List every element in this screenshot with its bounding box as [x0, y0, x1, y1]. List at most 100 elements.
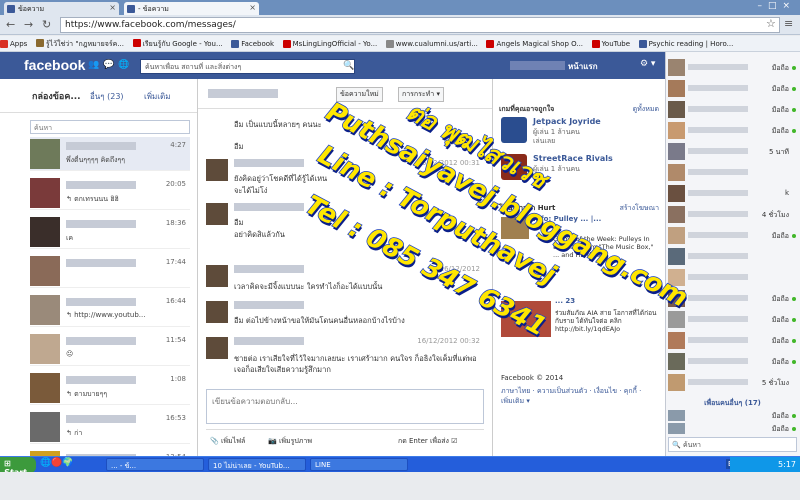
more-button[interactable]: เพิ่มเติม: [144, 90, 170, 103]
avatar[interactable]: [206, 203, 228, 225]
conversation-item[interactable]: 16:44 ↰ http://www.youtub...: [30, 293, 190, 327]
avatar[interactable]: [206, 337, 228, 359]
avatar[interactable]: [30, 217, 60, 247]
close-tab-icon[interactable]: ×: [109, 3, 116, 12]
chat-contact[interactable]: 5 ชั่วโมง: [666, 373, 799, 392]
chat-contact[interactable]: มือถือ: [666, 58, 799, 77]
bookmark-item[interactable]: เรียนรู้กับ Google - You...: [132, 39, 223, 50]
search-icon[interactable]: 🔍: [343, 61, 354, 71]
close-tab-icon[interactable]: ×: [249, 3, 256, 12]
chat-contact[interactable]: k: [666, 184, 799, 203]
sender-name[interactable]: [234, 203, 304, 211]
online-dot-icon: [792, 129, 796, 133]
notification-icons[interactable]: 👥💬🌐: [88, 60, 134, 70]
avatar[interactable]: [206, 301, 228, 323]
message-item: 16/12/2012 00:32 ชายต่อ เราเสียใจที่ไว้ใ…: [206, 337, 484, 374]
inbox-search-input[interactable]: ค้นหา: [30, 120, 190, 134]
chat-contact[interactable]: มือถือ: [666, 310, 799, 329]
windows-taskbar: ⊞ Start 🌐🔴🌍 ... - ข้... 10 ไม่น่าเลย - Y…: [0, 456, 800, 477]
thread-contact-name[interactable]: [208, 89, 278, 98]
avatar[interactable]: [30, 256, 60, 286]
chat-contact[interactable]: [666, 247, 799, 266]
chat-search-input[interactable]: 🔍 ค้นหา: [668, 437, 797, 452]
chat-contact[interactable]: มือถือ: [666, 352, 799, 371]
start-button[interactable]: ⊞ Start: [0, 457, 36, 477]
other-folder-link[interactable]: อื่นๆ (23): [90, 90, 124, 103]
bookmark-item[interactable]: www.cualumni.us/arti...: [385, 40, 478, 48]
bookmark-youtube[interactable]: YouTube: [591, 40, 630, 48]
chat-contact[interactable]: [666, 163, 799, 182]
facebook-logo[interactable]: facebook: [24, 57, 85, 73]
bookmark-star-icon[interactable]: ☆: [766, 17, 776, 30]
presence-status: มือถือ: [771, 425, 789, 433]
conversation-item[interactable]: 18:36 เค: [30, 215, 190, 249]
chat-contact[interactable]: 4 ชั่วโมง: [666, 205, 799, 224]
game-title[interactable]: Jetpack Joyride: [533, 117, 601, 126]
taskbar-chrome-window[interactable]: ... - ข้...: [106, 458, 204, 471]
profile-name[interactable]: [510, 61, 565, 70]
chat-contact[interactable]: 5 นาที: [666, 142, 799, 161]
home-link[interactable]: หน้าแรก: [568, 60, 598, 73]
conversation-item[interactable]: 20:05 ↰ ตกเทรนนน ฮิฮิ: [30, 176, 190, 210]
chat-contact[interactable]: มือถือ: [666, 100, 799, 119]
sender-name[interactable]: [234, 159, 304, 167]
avatar[interactable]: [30, 139, 60, 169]
quicklaunch-icons[interactable]: 🌐🔴🌍: [40, 458, 74, 468]
game-suggestion[interactable]: Jetpack Joyride ผู้เล่น 1 ล้านคน เล่นเลย: [501, 117, 661, 149]
browser-tab-1[interactable]: ข้อความ ×: [4, 2, 119, 15]
chat-contact[interactable]: มือถือ: [666, 423, 799, 435]
avatar[interactable]: [206, 265, 228, 287]
attach-file-button[interactable]: 📎 เพิ่มไฟล์: [210, 436, 245, 447]
online-dot-icon: [792, 427, 796, 431]
new-message-button[interactable]: ข้อความใหม่: [336, 87, 383, 102]
chat-contact[interactable]: มือถือ: [666, 226, 799, 245]
settings-icon[interactable]: ⚙ ▾: [640, 59, 655, 69]
bookmark-item[interactable]: Psychic reading | Horo...: [638, 40, 733, 48]
back-icon[interactable]: ←: [6, 18, 15, 31]
message-time: 16/12/2012 00:32: [417, 337, 480, 345]
browser-tab-2[interactable]: - ข้อความ ×: [124, 2, 259, 15]
conversation-item[interactable]: 1:08 ↰ ตามบายๆๆ: [30, 371, 190, 405]
bookmark-item[interactable]: MsLingLingOfficial - Yo...: [282, 40, 377, 48]
inbox-title[interactable]: กล่องข้อค...: [32, 89, 81, 103]
window-controls[interactable]: –□×: [757, 1, 796, 11]
search-input[interactable]: ค้นหาเพื่อน สถานที่ และสิ่งต่างๆ: [140, 59, 355, 74]
clock[interactable]: 5:17: [778, 460, 796, 469]
menu-icon[interactable]: ≡: [784, 17, 793, 30]
ad-title[interactable]: ... 23: [555, 297, 575, 305]
avatar[interactable]: [30, 334, 60, 364]
avatar[interactable]: [30, 295, 60, 325]
taskbar-youtube-window[interactable]: 10 ไม่น่าเลย - YouTub...: [208, 458, 306, 471]
reload-icon[interactable]: ↻: [42, 18, 51, 31]
conversation-item[interactable]: 11:54 😐: [30, 332, 190, 366]
enter-to-send-toggle[interactable]: กด Enter เพื่อส่ง ☑: [398, 436, 457, 447]
reply-textarea[interactable]: เขียนข้อความตอบกลับ...: [206, 389, 484, 424]
bookmark-item[interactable]: Angels Magical Shop O...: [486, 40, 583, 48]
taskbar-line-window[interactable]: LINE: [310, 458, 408, 471]
sender-name[interactable]: [234, 301, 304, 309]
avatar[interactable]: [30, 412, 60, 442]
chat-contact[interactable]: มือถือ: [666, 121, 799, 140]
avatar[interactable]: [30, 178, 60, 208]
url-input[interactable]: https://www.facebook.com/messages/: [60, 17, 780, 33]
bookmark-item[interactable]: รู้ไว้ใช่ว่า "กฎหมายจร์ค...: [35, 39, 124, 50]
bookmark-facebook[interactable]: Facebook: [231, 40, 274, 48]
chat-contact[interactable]: มือถือ: [666, 331, 799, 350]
conversation-item[interactable]: 17:44: [30, 254, 190, 288]
avatar[interactable]: [206, 159, 228, 181]
sender-name[interactable]: [234, 337, 304, 345]
conversation-item[interactable]: 16:53 ↰ ก่า: [30, 410, 190, 444]
avatar[interactable]: [30, 373, 60, 403]
more-friends-header[interactable]: เพื่อนคนอื่นๆ (17): [666, 398, 799, 409]
conversation-item[interactable]: 4:27 พึ่งตื่นๆๆๆๆ คิดถึงๆๆ: [30, 137, 190, 171]
chat-contact[interactable]: มือถือ: [666, 410, 799, 422]
footer-links[interactable]: ภาษาไทย · ความเป็นส่วนตัว · เงื่อนไข · ค…: [501, 386, 651, 406]
sender-name[interactable]: [234, 265, 304, 273]
forward-icon[interactable]: →: [24, 18, 33, 31]
play-now-link[interactable]: เล่นเลย: [533, 136, 555, 147]
chat-contact[interactable]: มือถือ: [666, 79, 799, 98]
create-ad-link[interactable]: สร้างโฆษณา: [620, 203, 659, 214]
add-photo-button[interactable]: 📷 เพิ่มรูปภาพ: [268, 436, 312, 447]
bookmark-apps[interactable]: Apps: [0, 40, 27, 48]
see-all-link[interactable]: ดูทั้งหมด: [633, 104, 659, 115]
